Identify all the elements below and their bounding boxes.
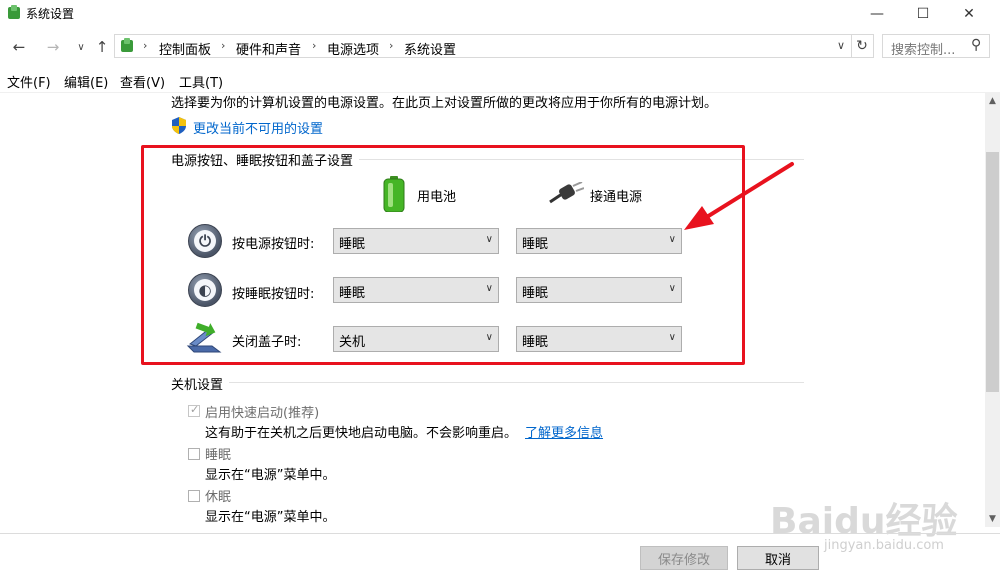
minimize-button[interactable]: — [854,0,900,27]
hibernate-checkbox[interactable] [188,490,200,502]
refresh-button[interactable]: ↻ [851,34,874,58]
breadcrumb-separator-icon: › [143,39,148,52]
sleep-option-label: 睡眠 [205,448,232,463]
scroll-up-icon[interactable]: ▲ [985,93,1000,108]
annotation-arrow-icon [684,162,794,230]
refresh-icon: ↻ [856,38,868,54]
minimize-icon: — [870,5,884,22]
breadcrumb-item[interactable]: 系统设置 [404,39,456,58]
fast-startup-checkbox[interactable]: ✓ [188,403,200,417]
footer-divider [0,533,1000,534]
menu-file[interactable]: 文件(F) [7,72,51,91]
fast-startup-description: 这有助于在关机之后更快地启动电脑。不会影响重启。 [205,426,518,441]
fast-startup-label: 启用快速启动(推荐) [205,406,320,421]
save-changes-button[interactable]: 保存修改 [640,546,728,570]
menu-tools[interactable]: 工具(T) [179,72,223,91]
change-unavailable-settings-link[interactable]: 更改当前不可用的设置 [193,118,323,137]
hibernate-option-label: 休眠 [205,490,232,505]
title-bar: 系统设置 — ☐ ✕ [0,0,1000,27]
back-arrow-icon: ← [12,38,26,56]
annotation-highlight-box [141,145,745,365]
forward-button[interactable]: → [42,36,64,58]
breadcrumb-item[interactable]: 硬件和声音 [236,39,301,58]
breadcrumb-item[interactable]: 控制面板 [159,39,211,58]
watermark-url: jingyan.baidu.com [824,538,944,553]
scroll-down-icon[interactable]: ▼ [985,511,1000,526]
scrollbar-thumb[interactable] [986,152,999,392]
learn-more-link[interactable]: 了解更多信息 [525,422,603,441]
menu-view[interactable]: 查看(V) [120,72,165,91]
close-icon: ✕ [963,5,975,22]
address-bar[interactable]: › 控制面板 › 硬件和声音 › 电源选项 › 系统设置 ∨ [114,34,852,58]
breadcrumb-separator-icon: › [312,39,317,52]
up-arrow-icon: ↑ [95,38,109,56]
hibernate-option-description: 显示在“电源”菜单中。 [205,510,336,525]
chevron-down-icon: ∨ [77,41,85,53]
checkmark-icon: ✓ [190,403,200,416]
close-button[interactable]: ✕ [946,0,992,27]
breadcrumb-separator-icon: › [389,39,394,52]
search-icon[interactable]: ⚲ [971,37,981,53]
address-dropdown-icon[interactable]: ∨ [837,39,845,52]
search-input[interactable]: 搜索控制... ⚲ [882,34,990,58]
shutdown-section-title: 关机设置 [171,374,230,393]
window-title: 系统设置 [26,7,75,21]
search-placeholder: 搜索控制... [891,43,956,58]
baidu-watermark: Baidu经验 [770,501,958,542]
breadcrumb-separator-icon: › [221,39,226,52]
up-button[interactable]: ↑ [91,36,113,58]
page-description: 选择要为你的计算机设置的电源设置。在此页上对设置所做的更改将应用于你所有的电源计… [171,96,718,111]
control-panel-icon [121,38,133,52]
sleep-checkbox[interactable] [188,448,200,460]
cancel-button[interactable]: 取消 [737,546,819,570]
breadcrumb-item[interactable]: 电源选项 [327,39,379,58]
maximize-icon: ☐ [916,5,930,22]
menu-edit[interactable]: 编辑(E) [64,72,108,91]
sleep-option-description: 显示在“电源”菜单中。 [205,468,336,483]
recent-locations-button[interactable]: ∨ [70,36,92,58]
section-divider [171,382,804,383]
uac-shield-icon [172,117,186,134]
forward-arrow-icon: → [46,38,60,56]
control-panel-icon [8,5,20,19]
back-button[interactable]: ← [8,36,30,58]
maximize-button[interactable]: ☐ [900,0,946,27]
